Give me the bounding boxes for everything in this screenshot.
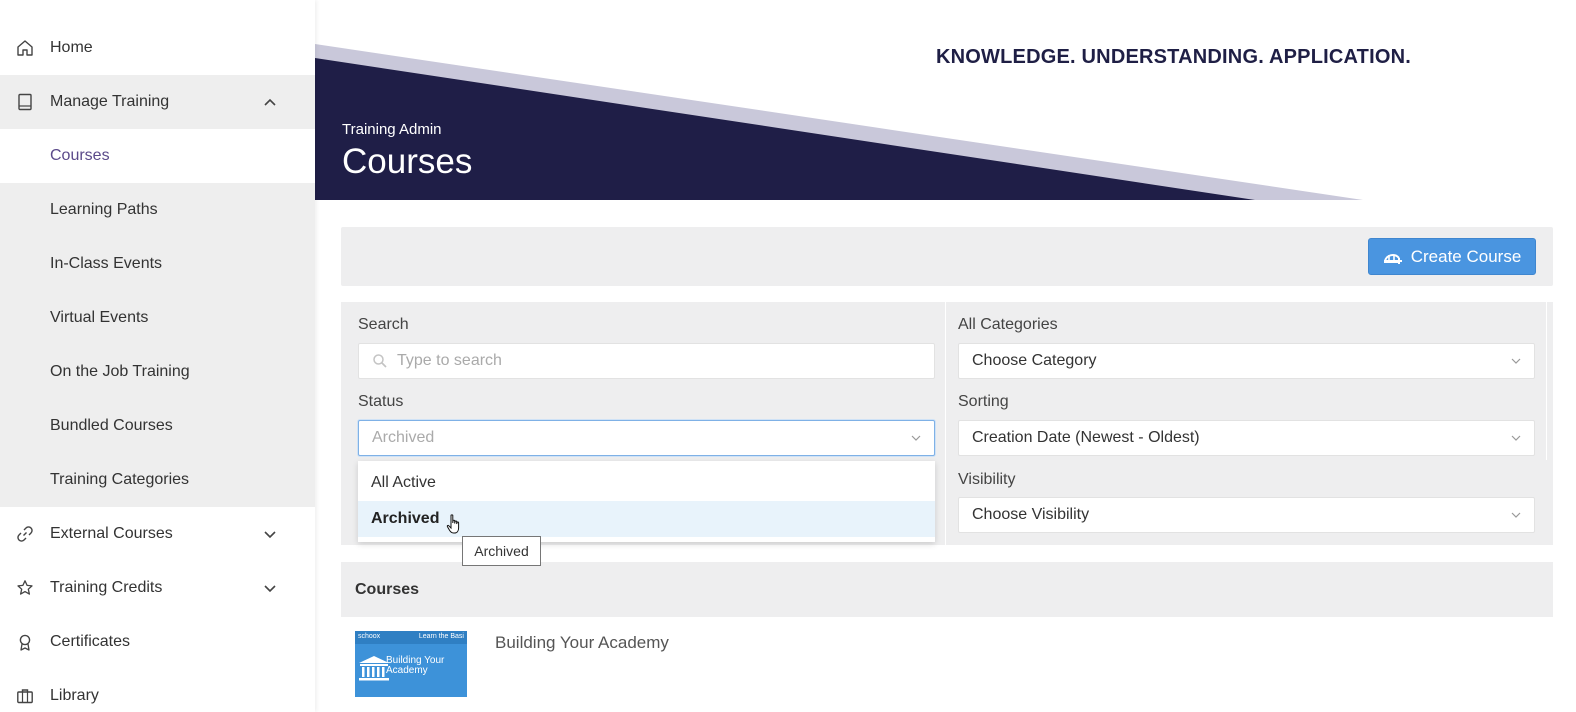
course-thumbnail[interactable]: schoox Learn the Basi Building Your Acad…	[355, 631, 467, 697]
sidebar-item-training-categories[interactable]: Training Categories	[0, 453, 315, 507]
home-icon	[15, 38, 35, 58]
sidebar-item-bundled-courses[interactable]: Bundled Courses	[0, 399, 315, 453]
sidebar-item-label: On the Job Training	[50, 363, 190, 380]
sidebar-item-label: Certificates	[50, 633, 131, 650]
search-icon	[373, 354, 387, 368]
search-input[interactable]: Type to search	[358, 343, 935, 379]
chevron-down-icon	[1511, 435, 1521, 441]
sidebar-item-label: Virtual Events	[50, 309, 149, 326]
thumb-tag: Learn the Basi	[418, 633, 464, 640]
chevron-down-icon	[264, 585, 276, 593]
sorting-label: Sorting	[958, 393, 1009, 410]
filters-edge	[1546, 302, 1547, 460]
sidebar: Home Manage Training Courses Learning Pa…	[0, 0, 315, 712]
category-select[interactable]: Choose Category	[958, 343, 1535, 379]
header-tagline: KNOWLEDGE. UNDERSTANDING. APPLICATION.	[936, 46, 1412, 68]
hand-cursor-icon	[446, 514, 460, 534]
app-root: Home Manage Training Courses Learning Pa…	[0, 0, 1576, 712]
category-label: All Categories	[958, 316, 1058, 333]
create-course-button[interactable]: Create Course	[1368, 238, 1536, 275]
sidebar-item-in-class-events[interactable]: In-Class Events	[0, 237, 315, 291]
chevron-down-icon	[1511, 358, 1521, 364]
sidebar-item-label: Training Categories	[50, 471, 190, 488]
header-banner-graphic	[315, 44, 1363, 200]
search-label: Search	[358, 316, 409, 333]
courses-section-heading: Courses	[341, 562, 1553, 617]
course-title-link[interactable]: Building Your Academy	[495, 633, 669, 653]
sidebar-item-label: Manage Training	[50, 93, 170, 110]
sidebar-item-certificates[interactable]: Certificates	[0, 615, 315, 669]
sidebar-item-manage-training[interactable]: Manage Training	[0, 75, 315, 129]
page-header	[315, 0, 1576, 200]
visibility-value: Choose Visibility	[972, 506, 1090, 523]
visibility-label: Visibility	[958, 471, 1016, 488]
create-course-icon	[1383, 253, 1402, 264]
create-course-label: Create Course	[1410, 246, 1522, 266]
book-icon	[15, 92, 35, 112]
status-option-all-active[interactable]: All Active	[358, 465, 935, 501]
sidebar-item-label: Bundled Courses	[50, 417, 173, 434]
award-icon	[15, 632, 35, 652]
sidebar-item-label: Learning Paths	[50, 201, 158, 218]
sidebar-item-external-courses[interactable]: External Courses	[0, 507, 315, 561]
status-select[interactable]: Archived	[358, 420, 935, 456]
sidebar-item-label: Courses	[50, 147, 110, 164]
sidebar-item-courses[interactable]: Courses	[0, 129, 315, 183]
breadcrumb: Training Admin	[342, 121, 442, 138]
chevron-down-icon	[264, 531, 276, 539]
visibility-select[interactable]: Choose Visibility	[958, 497, 1535, 533]
status-dropdown: All Active Archived	[358, 461, 935, 542]
status-label: Status	[358, 393, 404, 410]
filters-divider	[945, 302, 946, 545]
star-icon	[15, 578, 35, 598]
status-option-archived[interactable]: Archived	[358, 501, 935, 537]
status-value: Archived	[372, 429, 435, 446]
sidebar-item-label: Training Credits	[50, 579, 163, 596]
page-title: Courses	[342, 142, 473, 181]
chevron-down-icon	[1511, 512, 1521, 518]
sidebar-item-library[interactable]: Library	[0, 669, 315, 712]
briefcase-icon	[15, 686, 35, 706]
sidebar-item-training-credits[interactable]: Training Credits	[0, 561, 315, 615]
sidebar-item-label: In-Class Events	[50, 255, 163, 272]
search-placeholder: Type to search	[397, 352, 502, 369]
sidebar-item-label: External Courses	[50, 525, 173, 542]
sidebar-item-virtual-events[interactable]: Virtual Events	[0, 291, 315, 345]
tooltip: Archived	[462, 536, 541, 566]
sidebar-item-on-the-job-training[interactable]: On the Job Training	[0, 345, 315, 399]
category-value: Choose Category	[972, 352, 1097, 369]
thumb-brand: schoox	[358, 633, 381, 640]
chevron-up-icon	[264, 98, 276, 106]
manage-training-submenu: Courses Learning Paths In-Class Events V…	[0, 129, 315, 507]
thumb-title: Building Your Academy	[386, 655, 445, 676]
sidebar-item-label: Library	[50, 687, 99, 704]
sidebar-item-learning-paths[interactable]: Learning Paths	[0, 183, 315, 237]
sorting-value: Creation Date (Newest - Oldest)	[972, 429, 1200, 446]
sidebar-item-home[interactable]: Home	[0, 21, 315, 75]
sorting-select[interactable]: Creation Date (Newest - Oldest)	[958, 420, 1535, 456]
link-icon	[15, 524, 35, 544]
sidebar-item-label: Home	[50, 39, 93, 56]
toolbar: Create Course	[341, 227, 1553, 286]
chevron-down-icon	[911, 435, 921, 441]
